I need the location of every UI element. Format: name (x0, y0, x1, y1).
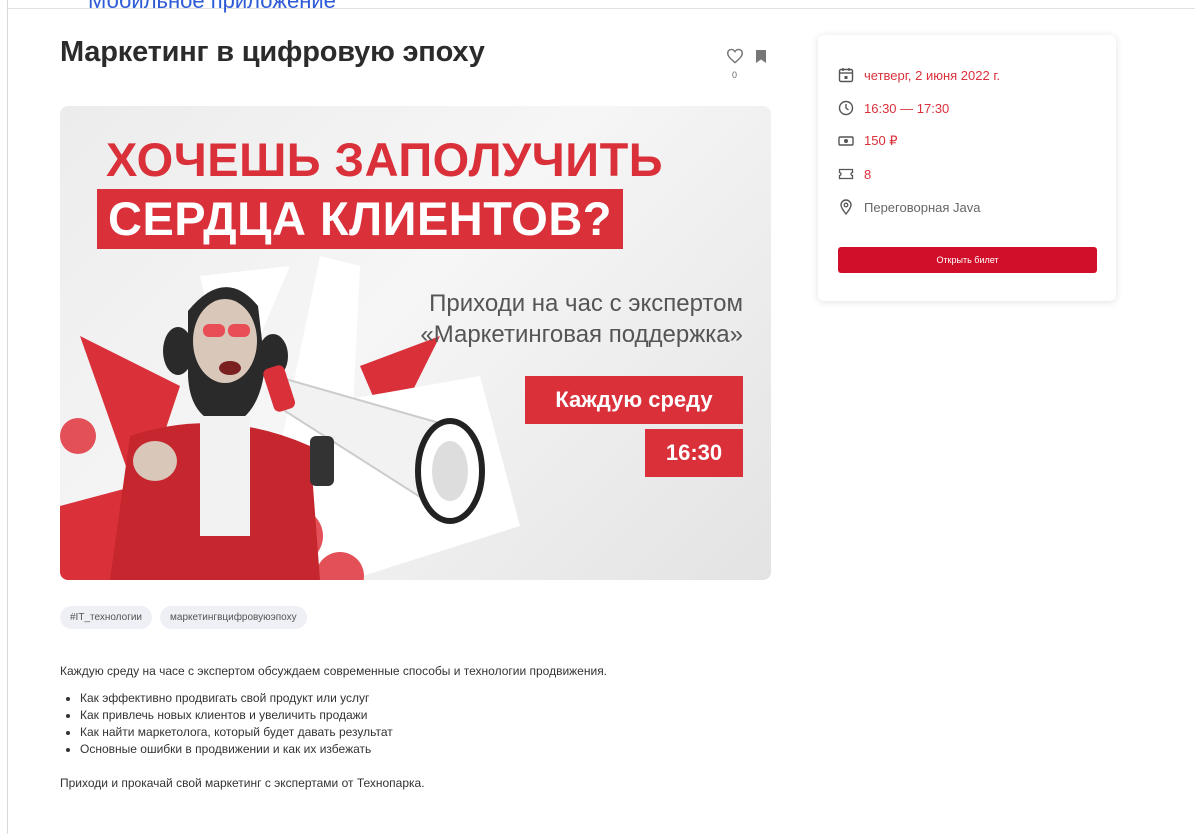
money-icon (838, 136, 854, 146)
event-price: 150 ₽ (864, 133, 898, 148)
time-row: 16:30 — 17:30 (838, 100, 949, 116)
location-pin-icon (840, 199, 852, 215)
event-actions: 0 (726, 48, 772, 84)
event-info-card: четверг, 2 июня 2022 г. 16:30 — 17:30 15… (818, 35, 1116, 301)
event-description: Каждую среду на часе с экспертом обсужда… (60, 664, 820, 790)
list-item: Основные ошибки в продвижении и как их и… (80, 741, 820, 758)
banner-day-label: Каждую среду (525, 376, 743, 424)
banner-subtitle-line-2: «Маркетинговая поддержка» (420, 321, 743, 348)
description-outro: Приходи и прокачай свой маркетинг с эксп… (60, 776, 425, 790)
event-time: 16:30 — 17:30 (864, 100, 950, 116)
list-item: Как найти маркетолога, который будет дав… (80, 724, 820, 741)
banner-subtitle-line-1: Приходи на час с экспертом (429, 290, 743, 317)
banner-subtitle: Приходи на час с экспертом «Маркетингова… (420, 288, 743, 350)
clock-icon (838, 100, 854, 116)
like-count: 0 (732, 70, 738, 80)
event-title: Маркетинг в цифровую эпоху (60, 36, 485, 68)
banner-time-label: 16:30 (645, 429, 743, 477)
tag-it-technologies[interactable]: #IT_технологии (60, 606, 153, 629)
bookmark-icon[interactable] (756, 50, 766, 63)
list-item: Как привлечь новых клиентов и увеличить … (80, 707, 820, 724)
page-left-border (7, 0, 8, 834)
tickets-row: 8 (838, 166, 871, 182)
banner-headline-1: ХОЧЕШЬ ЗАПОЛУЧИТЬ (106, 133, 664, 186)
tickets-count: 8 (864, 166, 872, 182)
price-row: 150 ₽ (838, 133, 898, 149)
calendar-icon (838, 68, 854, 83)
event-location: Переговорная Java (864, 199, 981, 215)
heart-icon[interactable] (726, 48, 744, 64)
tag-marketing[interactable]: маркетингвцифровуюэпоху (160, 606, 307, 629)
event-date: четверг, 2 июня 2022 г. (864, 67, 1001, 83)
mobile-app-link[interactable]: Мобильное приложение (88, 0, 336, 14)
tag-list: #IT_технологии маркетингвцифровуюэпоху (60, 606, 307, 629)
date-row: четверг, 2 июня 2022 г. (838, 67, 1000, 83)
list-item: Как эффективно продвигать свой продукт и… (80, 690, 820, 707)
banner-headline-2: СЕРДЦА КЛИЕНТОВ? (97, 189, 623, 249)
ticket-icon (838, 168, 854, 180)
open-ticket-button[interactable]: Открыть билет (838, 247, 1097, 273)
location-row: Переговорная Java (838, 199, 980, 215)
event-banner: ХОЧЕШЬ ЗАПОЛУЧИТЬ СЕРДЦА КЛИЕНТОВ? Прихо… (60, 106, 771, 580)
description-bullets: Как эффективно продвигать свой продукт и… (60, 690, 820, 758)
description-intro: Каждую среду на часе с экспертом обсужда… (60, 664, 608, 678)
